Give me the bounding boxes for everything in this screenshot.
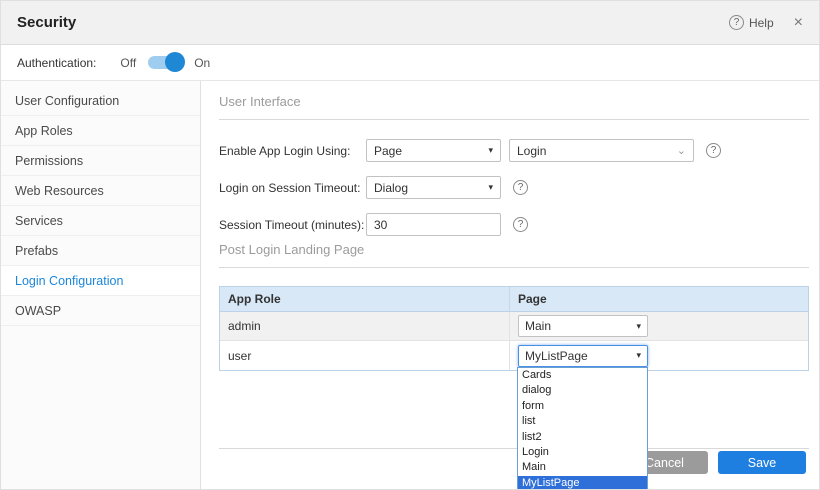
sidebar-item-label: User Configuration [15, 94, 119, 108]
session-timeout-input[interactable] [366, 213, 501, 236]
help-icon-enable-app-login[interactable]: ? [706, 143, 721, 158]
app-role-cell: user [220, 341, 510, 370]
caret-down-icon: ▾ [488, 182, 493, 193]
authentication-toggle[interactable] [148, 56, 182, 69]
auth-on-label: On [194, 56, 210, 70]
sidebar-item-web-resources[interactable]: Web Resources [1, 176, 200, 206]
page-cell: MyListPage ▾ [510, 341, 808, 370]
dropdown-option-main[interactable]: Main [518, 460, 647, 475]
select-value: MyListPage [525, 349, 588, 363]
sidebar-item-services[interactable]: Services [1, 206, 200, 236]
dropdown-option-dialog[interactable]: dialog [518, 383, 647, 398]
sidebar-item-permissions[interactable]: Permissions [1, 146, 200, 176]
sidebar-item-label: Permissions [15, 154, 83, 168]
dropdown-option-list2[interactable]: list2 [518, 430, 647, 445]
page-cell: Main ▾ [510, 312, 808, 340]
help-icon-session-timeout[interactable]: ? [513, 217, 528, 232]
dropdown-option-form[interactable]: form [518, 399, 647, 414]
save-button[interactable]: Save [718, 451, 806, 474]
header-actions: ? Help × [729, 15, 803, 31]
sidebar-item-label: Services [15, 214, 63, 228]
session-timeout-label: Session Timeout (minutes): [219, 218, 364, 232]
dropdown-option-login[interactable]: Login [518, 445, 647, 460]
table-row-admin: admin Main ▾ [220, 312, 808, 341]
enable-app-login-page-select[interactable]: Login ⌄ [509, 139, 694, 162]
admin-page-select[interactable]: Main ▾ [518, 315, 648, 337]
help-button[interactable]: ? Help [729, 15, 774, 30]
table-row-user: user MyListPage ▾ [220, 341, 808, 370]
app-role-cell: admin [220, 312, 510, 340]
sidebar-item-login-configuration[interactable]: Login Configuration [1, 266, 200, 296]
help-icon: ? [729, 15, 744, 30]
sidebar-item-label: OWASP [15, 304, 61, 318]
security-window: Security ? Help × Authentication: Off On… [0, 0, 820, 490]
sidebar-item-user-configuration[interactable]: User Configuration [1, 86, 200, 116]
auth-off-label: Off [120, 56, 136, 70]
select-value: Login [517, 144, 546, 158]
divider [219, 448, 809, 449]
section-title-user-interface: User Interface [219, 94, 301, 109]
help-label: Help [749, 16, 774, 30]
sidebar: User Configuration App Roles Permissions… [1, 81, 201, 489]
authentication-label: Authentication: [17, 56, 96, 70]
user-page-select[interactable]: MyListPage ▾ [518, 345, 648, 367]
divider [219, 267, 809, 268]
login-session-timeout-select[interactable]: Dialog ▾ [366, 176, 501, 199]
sidebar-item-label: Web Resources [15, 184, 104, 198]
caret-down-icon: ▾ [488, 145, 493, 156]
sidebar-item-app-roles[interactable]: App Roles [1, 116, 200, 146]
section-title-post-login-landing-page: Post Login Landing Page [219, 242, 364, 257]
main-content: User Interface Enable App Login Using: P… [201, 81, 819, 489]
table-header-page: Page [510, 287, 808, 311]
select-value: Main [525, 319, 551, 333]
divider [219, 119, 809, 120]
sidebar-item-owasp[interactable]: OWASP [1, 296, 200, 326]
select-value: Dialog [374, 181, 408, 195]
enable-app-login-label: Enable App Login Using: [219, 144, 350, 158]
toggle-knob-icon [165, 52, 185, 72]
sidebar-item-prefabs[interactable]: Prefabs [1, 236, 200, 266]
caret-down-icon: ▾ [636, 350, 641, 361]
dropdown-option-cards[interactable]: Cards [518, 368, 647, 383]
select-value: Page [374, 144, 402, 158]
sidebar-item-label: App Roles [15, 124, 73, 138]
close-icon[interactable]: × [794, 15, 803, 31]
sidebar-item-label: Prefabs [15, 244, 58, 258]
page-dropdown-list: Cards dialog form list list2 Login Main … [517, 367, 648, 490]
post-login-table: App Role Page admin Main ▾ user MyListPa… [219, 286, 809, 371]
window-header: Security ? Help × [1, 1, 819, 45]
authentication-bar: Authentication: Off On [1, 45, 819, 81]
sidebar-item-label: Login Configuration [15, 274, 123, 288]
caret-down-icon: ▾ [636, 321, 641, 332]
table-header-row: App Role Page [220, 287, 808, 312]
dropdown-option-list[interactable]: list [518, 414, 647, 429]
page-title: Security [17, 14, 76, 31]
dropdown-option-mylistpage[interactable]: MyListPage [518, 476, 647, 490]
help-icon-login-session-timeout[interactable]: ? [513, 180, 528, 195]
table-header-app-role: App Role [220, 287, 510, 311]
chevron-down-icon: ⌄ [677, 144, 686, 157]
login-session-timeout-label: Login on Session Timeout: [219, 181, 360, 195]
enable-app-login-type-select[interactable]: Page ▾ [366, 139, 501, 162]
